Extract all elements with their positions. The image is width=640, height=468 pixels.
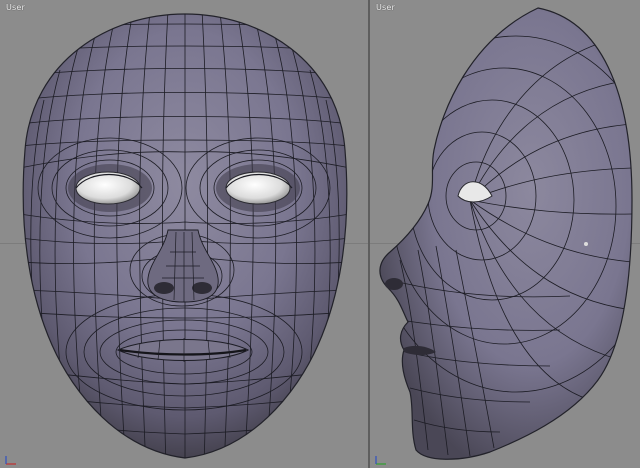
left-eyeball <box>75 171 141 205</box>
blender-3d-view-window: User User <box>0 0 640 468</box>
axis-orientation-icon <box>5 456 16 465</box>
side-viewport[interactable]: User <box>370 0 640 468</box>
side-nostril <box>385 278 403 290</box>
front-viewport[interactable]: User <box>0 0 368 468</box>
selected-vertex[interactable] <box>584 242 588 246</box>
right-nostril <box>192 282 212 294</box>
axis-orientation-icon <box>375 456 386 465</box>
right-eyeball <box>225 171 291 205</box>
face-mesh-front[interactable] <box>0 0 368 468</box>
face-mesh-side[interactable] <box>370 0 640 468</box>
left-nostril <box>154 282 174 294</box>
